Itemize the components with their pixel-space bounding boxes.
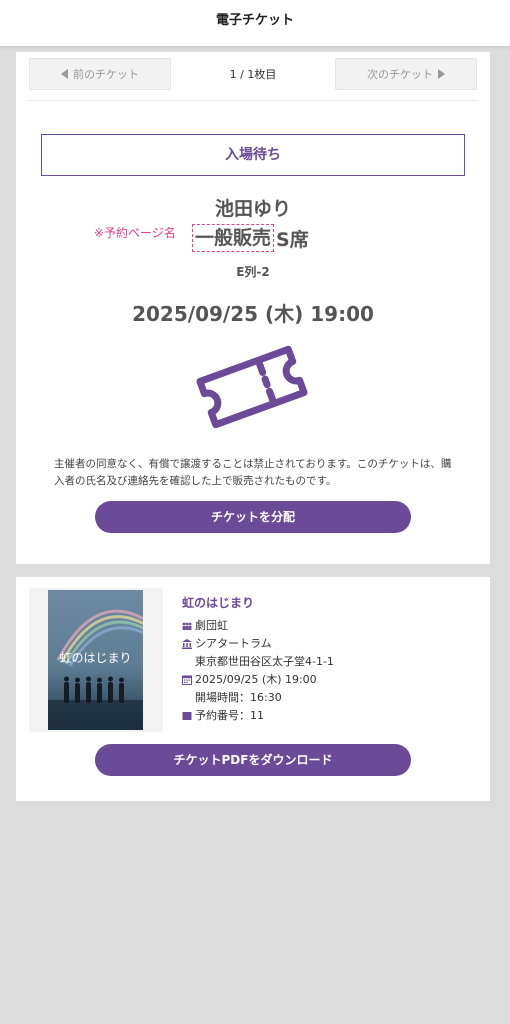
reservation-number: 予約番号：11 — [195, 709, 264, 722]
transfer-disclaimer: 主催者の同意なく、有償で譲渡することは禁止されております。このチケットは、購入者… — [54, 458, 452, 487]
reservation-line: 予約番号：11 — [182, 707, 472, 725]
holder-name: 池田ゆり — [214, 198, 291, 220]
distribute-ticket-button[interactable]: チケットを分配 — [95, 501, 411, 533]
status-badge: 入場待ち — [41, 134, 465, 176]
calendar-icon — [182, 671, 192, 689]
event-poster-image: 虹のはじまり — [48, 590, 143, 730]
event-title: 虹のはじまり — [182, 596, 255, 610]
ticket-card: 前のチケット 1 / 1枚目 次のチケット 入場待ち 池田ゆり ※予約ページ名 … — [16, 52, 490, 564]
venue-name: シアタートラム — [195, 637, 272, 650]
group-icon — [182, 617, 192, 635]
performance-datetime: 2025/09/25 (木) 19:00 — [132, 302, 374, 326]
event-date: 2025/09/25 (木) 19:00 — [195, 673, 317, 686]
venue-line: シアタートラム — [182, 635, 472, 653]
download-pdf-button[interactable]: チケットPDFをダウンロード — [95, 744, 411, 776]
open-time: 開場時間：16:30 — [195, 691, 282, 704]
venue-address: 東京都世田谷区太子堂4-1-1 — [195, 655, 334, 668]
poster-frame: 虹のはじまり — [29, 588, 163, 732]
poster-title: 虹のはじまり — [59, 651, 131, 665]
divider — [29, 100, 477, 101]
seat-type: S席 — [276, 228, 309, 251]
triangle-right-icon — [438, 69, 445, 79]
reservation-page-note: ※予約ページ名 — [94, 226, 176, 240]
triangle-left-icon — [61, 69, 68, 79]
prev-ticket-label: 前のチケット — [73, 68, 139, 81]
page-title: 電子チケット — [215, 13, 294, 28]
next-ticket-label: 次のチケット — [367, 68, 433, 81]
date-line: 2025/09/25 (木) 19:00 — [182, 671, 472, 689]
prev-ticket-button[interactable]: 前のチケット — [29, 58, 171, 90]
event-card: 虹のはじまり 虹のはじまり 劇団虹 シアタートラム 東京都世田谷区太子堂4-1-… — [16, 577, 490, 801]
app-header: 電子チケット — [0, 0, 510, 46]
event-info: 虹のはじまり 劇団虹 シアタートラム 東京都世田谷区太子堂4-1-1 2025/… — [182, 594, 472, 725]
organizer-line: 劇団虹 — [182, 617, 472, 635]
building-icon — [182, 635, 192, 653]
square-icon — [182, 707, 192, 725]
organizer-name: 劇団虹 — [195, 619, 228, 632]
seat-category: 一般販売 S席 — [192, 224, 309, 252]
sale-type: 一般販売 — [192, 224, 275, 252]
ticket-icon — [196, 345, 308, 429]
seat-number: E列-2 — [236, 265, 270, 279]
next-ticket-button[interactable]: 次のチケット — [335, 58, 477, 90]
ticket-pager: 1 / 1枚目 — [229, 68, 277, 81]
